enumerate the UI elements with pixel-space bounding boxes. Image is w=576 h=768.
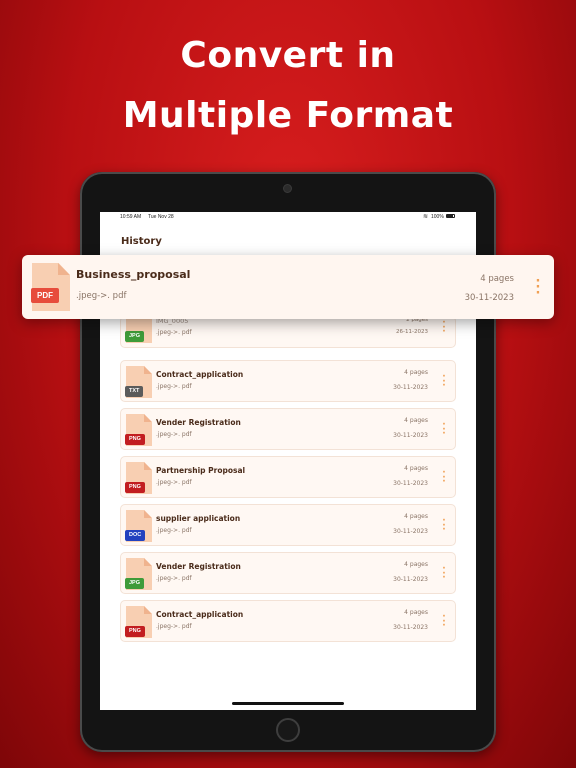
featured-history-item[interactable]: PDF Business_proposal .jpeg->. pdf 4 pag…	[22, 255, 554, 319]
file-type-badge: PNG	[125, 434, 145, 445]
page-count: 4 pages	[404, 369, 428, 376]
more-vertical-icon[interactable]: · · ·	[442, 565, 446, 583]
file-name: Contract_application	[156, 610, 244, 619]
file-type-badge: TXT	[125, 386, 144, 397]
file-type-badge: JPG	[125, 578, 145, 589]
page-title: History	[121, 236, 162, 247]
home-indicator[interactable]	[232, 702, 344, 705]
file-date: 30-11-2023	[393, 384, 428, 391]
conversion-label: .jpeg->. pdf	[156, 527, 192, 534]
file-type-badge: DOC	[125, 530, 146, 541]
conversion-label: .jpeg->. pdf	[156, 431, 192, 438]
file-date: 30-11-2023	[464, 293, 514, 303]
history-item[interactable]: JPG Vender Registration .jpeg->. pdf 4 p…	[120, 552, 456, 594]
document-icon	[32, 263, 70, 311]
page-count: 4 pages	[480, 274, 514, 284]
history-item[interactable]: DOC supplier application .jpeg->. pdf 4 …	[120, 504, 456, 546]
promo-headline: Convert in Multiple Format	[0, 34, 576, 154]
file-date: 30-11-2023	[393, 576, 428, 583]
file-type-badge: PDF	[31, 288, 59, 303]
file-name: Contract_application	[156, 370, 244, 379]
more-vertical-icon[interactable]: · · ·	[442, 469, 446, 487]
history-item[interactable]: TXT Contract_application .jpeg->. pdf 4 …	[120, 360, 456, 402]
page-count: 4 pages	[404, 513, 428, 520]
battery-icon	[446, 214, 455, 218]
page-count: 4 pages	[404, 561, 428, 568]
conversion-label: .jpeg->. pdf	[156, 623, 192, 630]
more-vertical-icon[interactable]: · · ·	[442, 319, 446, 337]
more-vertical-icon[interactable]: · · ·	[442, 613, 446, 631]
conversion-label: .jpeg->. pdf	[156, 479, 192, 486]
file-name: Partnership Proposal	[156, 466, 246, 475]
conversion-label: .jpeg->. pdf	[156, 575, 192, 582]
more-vertical-icon[interactable]: · · ·	[442, 517, 446, 535]
conversion-label: .jpeg->. pdf	[156, 329, 192, 336]
file-name: Business_proposal	[76, 268, 191, 281]
file-type-badge: PNG	[125, 626, 145, 637]
page-count: 4 pages	[404, 465, 428, 472]
file-name: Vender Registration	[156, 418, 241, 427]
history-item[interactable]: PNG Vender Registration .jpeg->. pdf 4 p…	[120, 408, 456, 450]
conversion-label: .jpeg->. pdf	[156, 383, 192, 390]
home-button[interactable]	[276, 718, 300, 742]
file-date: 30-11-2023	[393, 528, 428, 535]
file-date: 30-11-2023	[393, 432, 428, 439]
file-name: Vender Registration	[156, 562, 241, 571]
history-item[interactable]: JPG IMG_0005 .jpeg->. pdf 2 pages 26-11-…	[120, 311, 456, 348]
file-date: 30-11-2023	[393, 624, 428, 631]
conversion-label: .jpeg->. pdf	[76, 291, 127, 301]
headline-line-1: Convert in	[180, 35, 396, 76]
status-bar: 10:59 AM Tue Nov 28 ≋ 100%	[100, 212, 476, 224]
status-date: Tue Nov 28	[148, 214, 174, 220]
file-date: 30-11-2023	[393, 480, 428, 487]
status-time: 10:59 AM	[120, 214, 142, 220]
more-vertical-icon[interactable]: · · ·	[535, 275, 541, 300]
file-type-badge: JPG	[125, 331, 145, 342]
page-count: 4 pages	[404, 417, 428, 424]
battery-percent: 100%	[431, 214, 444, 220]
page-count: 4 pages	[404, 609, 428, 616]
wifi-icon: ≋	[423, 214, 429, 220]
history-item[interactable]: PNG Partnership Proposal .jpeg->. pdf 4 …	[120, 456, 456, 498]
more-vertical-icon[interactable]: · · ·	[442, 373, 446, 391]
camera-icon	[283, 184, 292, 193]
history-item[interactable]: PNG Contract_application .jpeg->. pdf 4 …	[120, 600, 456, 642]
file-date: 26-11-2023	[396, 329, 428, 335]
file-name: supplier application	[156, 514, 241, 523]
file-type-badge: PNG	[125, 482, 145, 493]
more-vertical-icon[interactable]: · · ·	[442, 421, 446, 439]
headline-line-2: Multiple Format	[122, 95, 454, 136]
